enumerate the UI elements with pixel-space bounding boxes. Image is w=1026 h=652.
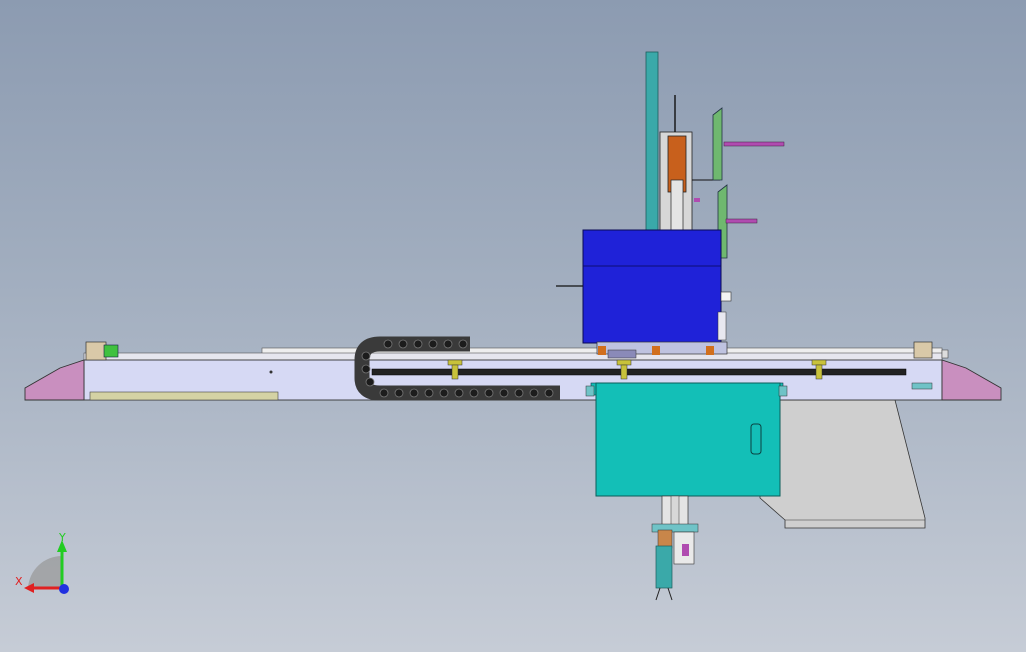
gantry-robot-drawing: Y X — [15, 51, 1002, 601]
chain-link — [439, 388, 449, 398]
chain-link — [413, 339, 423, 349]
triad-x-label: X — [15, 575, 23, 588]
coordinate-triad: Y X — [15, 531, 69, 594]
chain-link — [454, 388, 464, 398]
chain-link — [365, 377, 375, 387]
triad-y-label: Y — [58, 531, 66, 544]
chain-link — [469, 388, 479, 398]
chain-link — [499, 388, 509, 398]
lower-arm-gripper — [651, 495, 699, 601]
cad-viewport[interactable]: Y X — [0, 0, 1026, 652]
chain-link — [394, 388, 404, 398]
support-plate — [759, 399, 926, 529]
vertical-rod — [645, 51, 659, 235]
chain-link — [529, 388, 539, 398]
chain-link — [361, 364, 371, 374]
chain-link — [379, 388, 389, 398]
chain-link — [514, 388, 524, 398]
z-axis-upper — [659, 95, 720, 233]
chain-link — [409, 388, 419, 398]
chain-link — [484, 388, 494, 398]
chain-link — [398, 339, 408, 349]
motor-housing — [556, 229, 732, 344]
chain-link — [458, 339, 468, 349]
left-end-bracket — [85, 341, 119, 361]
chain-link — [424, 388, 434, 398]
control-cabinet — [585, 382, 788, 497]
chain-link — [544, 388, 554, 398]
left-end-cap — [24, 359, 85, 401]
chain-link — [428, 339, 438, 349]
chain-link — [443, 339, 453, 349]
chain-link — [361, 351, 371, 361]
right-end-cap — [941, 359, 1002, 401]
chain-link — [383, 339, 393, 349]
right-end-bracket — [913, 341, 933, 359]
